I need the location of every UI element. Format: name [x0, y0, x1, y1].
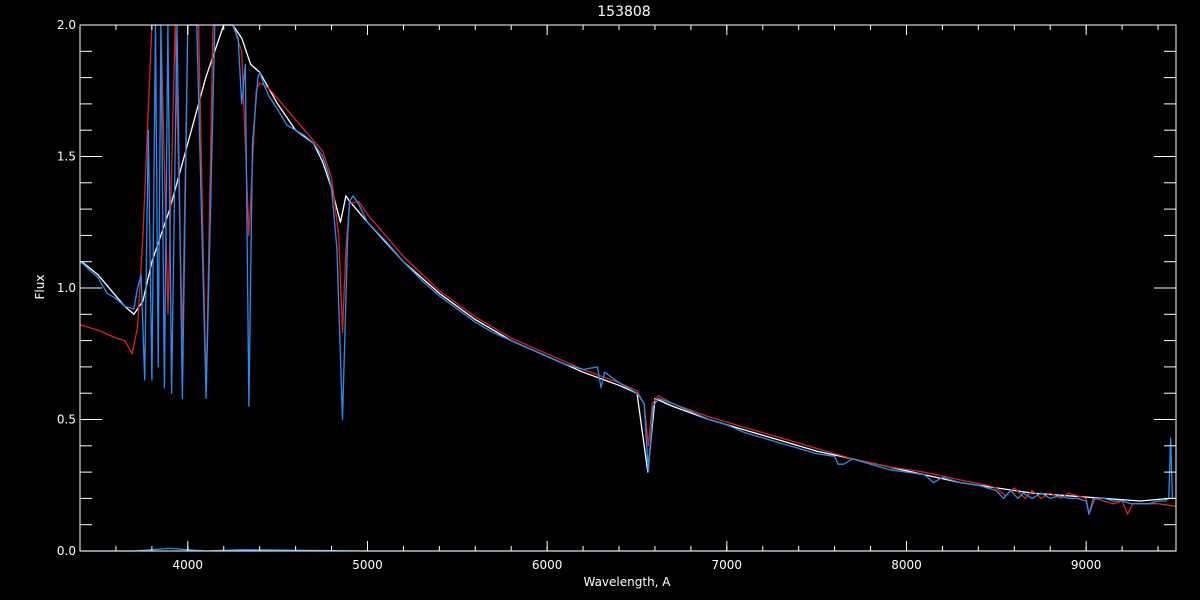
y-tick-label: 0.5	[57, 413, 76, 427]
x-tick-label: 9000	[1071, 558, 1102, 572]
x-axis-label: Wavelength, A	[583, 575, 671, 589]
spectrum-chart: 4000 5000 6000 7000 8000 90000.00.51.01.52.0 …	[0, 0, 1200, 600]
y-tick-label: 2.0	[57, 18, 76, 32]
y-tick-label: 0.0	[57, 544, 76, 558]
y-tick-label: 1.5	[57, 150, 76, 164]
x-tick-label: 4000	[173, 558, 204, 572]
y-axis-label: Flux	[33, 275, 47, 300]
x-tick-label: 7000	[712, 558, 743, 572]
chart-title: 153808	[597, 4, 650, 20]
y-tick-label: 1.0	[57, 281, 76, 295]
chart-background	[0, 0, 1200, 600]
x-tick-label: 5000	[352, 558, 383, 572]
x-tick-label: 6000	[532, 558, 563, 572]
x-tick-label: 8000	[891, 558, 922, 572]
